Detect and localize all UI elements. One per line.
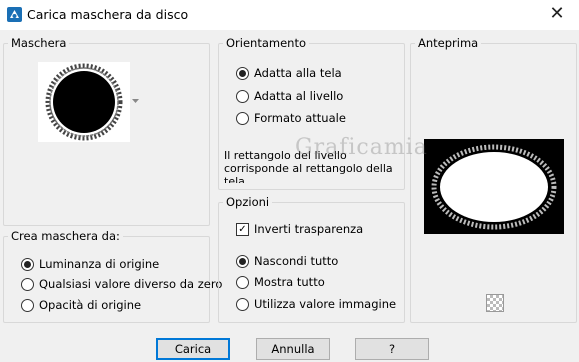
radio-label: Opacità di origine	[39, 298, 142, 312]
radio-adatta-livello[interactable]: Adatta al livello	[236, 89, 343, 103]
radio-qualsiasi-valore[interactable]: Qualsiasi valore diverso da zero	[21, 277, 222, 291]
watermark: Graficamia	[295, 135, 428, 160]
opzioni-legend: Opzioni	[223, 195, 273, 209]
annulla-button[interactable]: Annulla	[256, 338, 330, 360]
title-bar: Carica maschera da disco ✕	[0, 0, 579, 30]
checkbox-label: Inverti trasparenza	[254, 222, 364, 236]
preview-mask-icon	[431, 144, 557, 230]
mask-thumbnail[interactable]	[38, 62, 130, 142]
radio-utilizza-valore[interactable]: Utilizza valore immagine	[236, 297, 396, 311]
radio-label: Adatta al livello	[254, 89, 344, 103]
help-button[interactable]: ?	[355, 338, 429, 360]
radio-luminanza[interactable]: Luminanza di origine	[21, 257, 159, 271]
radio-dot[interactable]	[236, 275, 249, 289]
mask-ornament-icon	[45, 63, 123, 141]
app-mask-icon	[7, 7, 22, 22]
carica-button[interactable]: Carica	[156, 338, 230, 360]
maschera-group: Maschera	[3, 36, 210, 226]
radio-dot[interactable]	[236, 254, 249, 268]
maschera-legend: Maschera	[8, 36, 70, 50]
orientamento-legend: Orientamento	[223, 36, 310, 50]
preview-image	[424, 139, 564, 234]
radio-mostra-tutto[interactable]: Mostra tutto	[236, 275, 325, 289]
radio-dot[interactable]	[236, 297, 249, 311]
checker-zoom-icon[interactable]	[486, 294, 504, 312]
radio-label: Formato attuale	[254, 111, 346, 125]
checkbox-inverti-trasparenza[interactable]: ✓ Inverti trasparenza	[236, 222, 363, 236]
radio-label: Luminanza di origine	[39, 257, 160, 271]
anteprima-legend: Anteprima	[415, 36, 482, 50]
radio-formato-attuale[interactable]: Formato attuale	[236, 111, 346, 125]
radio-dot[interactable]	[236, 66, 249, 80]
radio-label: Utilizza valore immagine	[254, 297, 397, 311]
checkmark-icon[interactable]: ✓	[236, 222, 249, 236]
radio-label: Adatta alla tela	[254, 66, 342, 80]
radio-adatta-tela[interactable]: Adatta alla tela	[236, 66, 342, 80]
radio-label: Mostra tutto	[254, 275, 325, 289]
radio-dot[interactable]	[236, 89, 249, 103]
radio-opacita[interactable]: Opacità di origine	[21, 298, 141, 312]
radio-label: Nascondi tutto	[254, 254, 339, 268]
anteprima-group: Anteprima	[410, 36, 577, 323]
radio-dot[interactable]	[236, 111, 249, 125]
radio-dot[interactable]	[21, 298, 34, 312]
close-button[interactable]: ✕	[535, 0, 579, 30]
radio-nascondi-tutto[interactable]: Nascondi tutto	[236, 254, 338, 268]
radio-dot[interactable]	[21, 257, 34, 271]
radio-dot[interactable]	[21, 277, 34, 291]
window-title: Carica maschera da disco	[27, 7, 189, 22]
radio-label: Qualsiasi valore diverso da zero	[39, 277, 223, 291]
dropdown-arrow-icon[interactable]	[132, 99, 139, 104]
crea-maschera-legend: Crea maschera da:	[8, 229, 123, 243]
